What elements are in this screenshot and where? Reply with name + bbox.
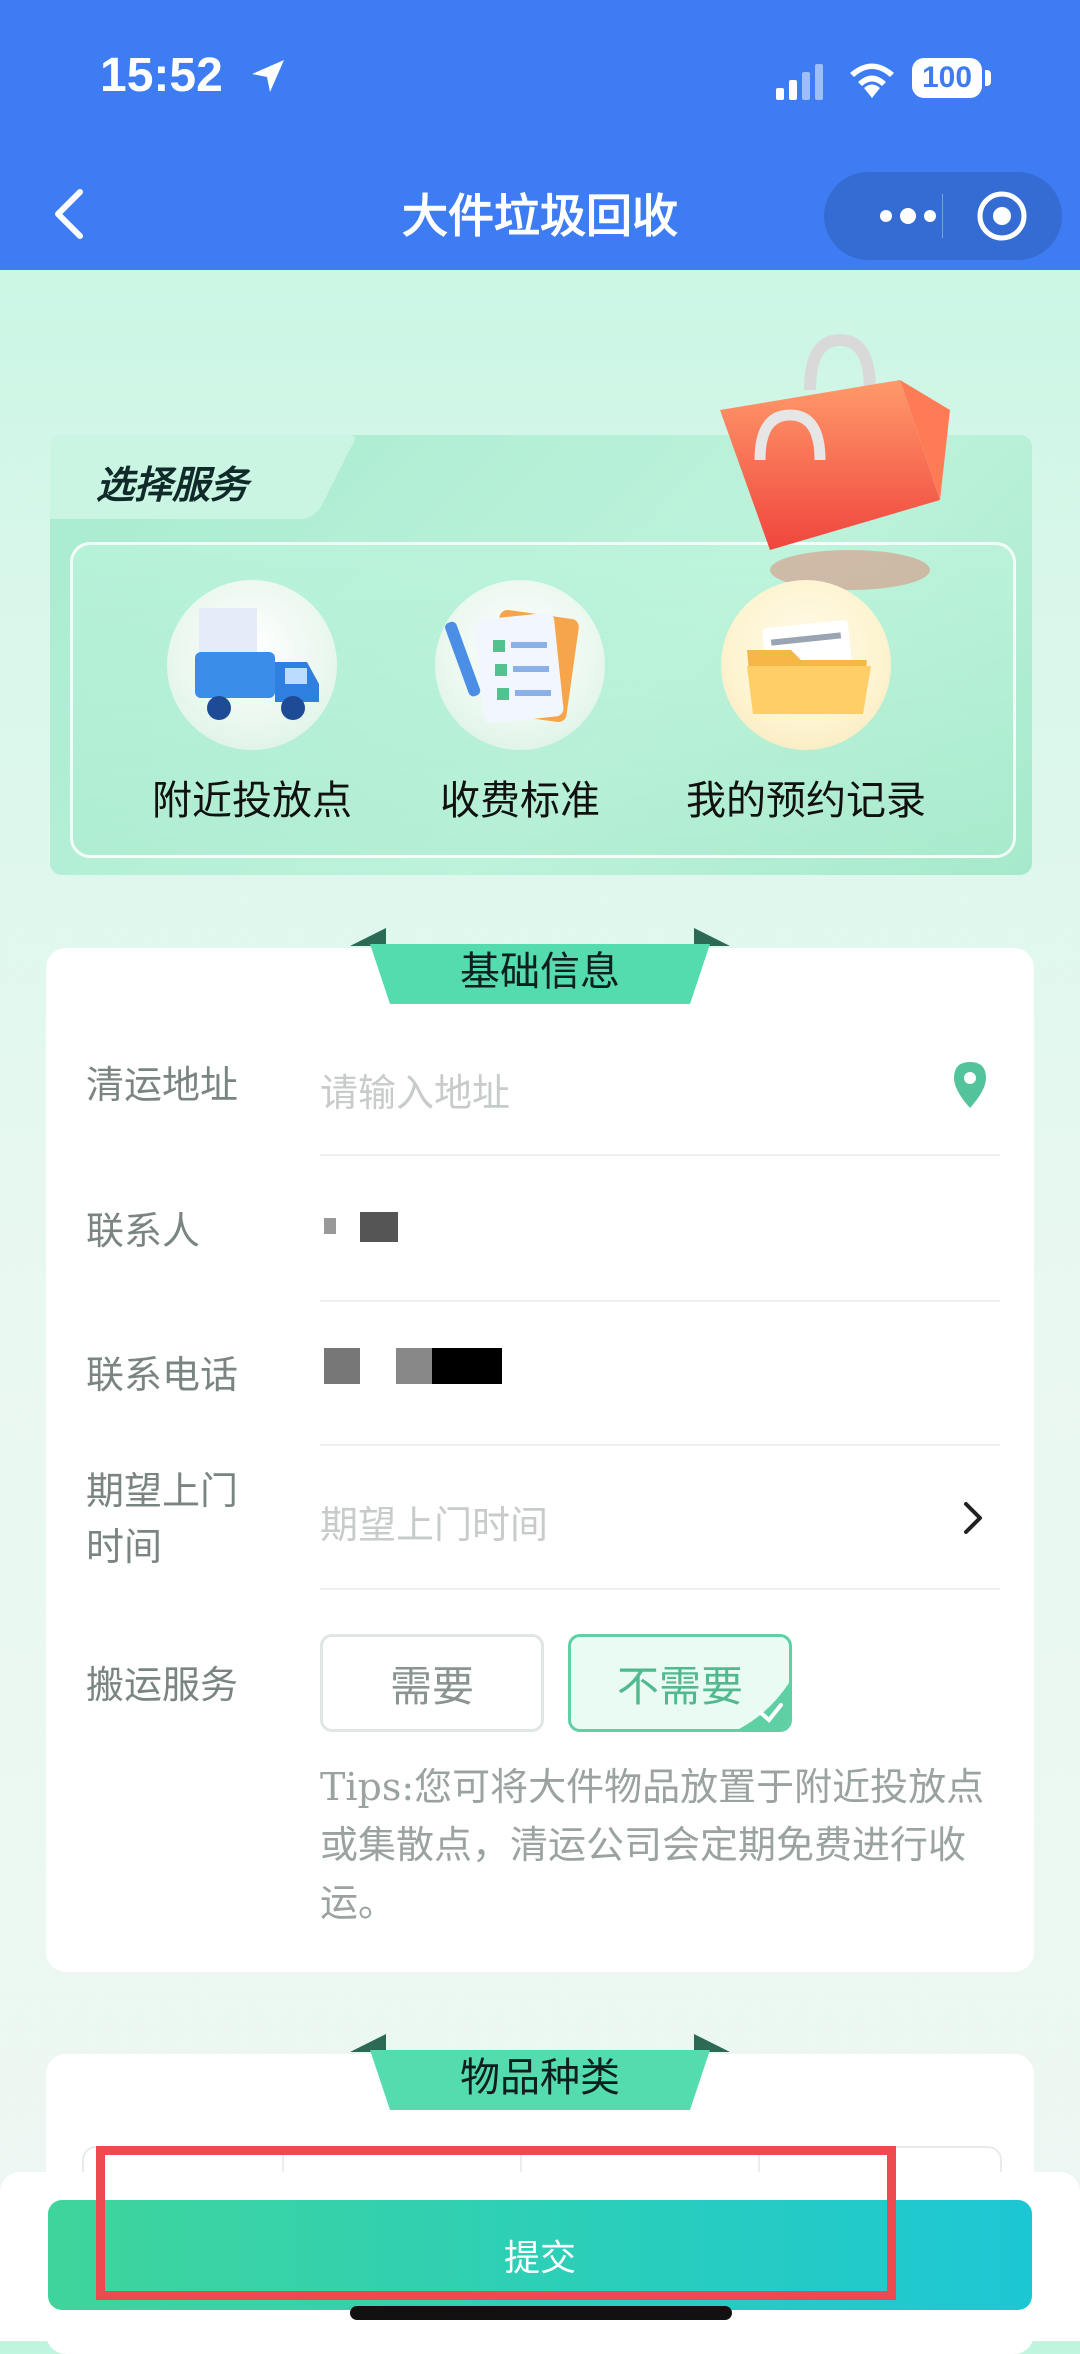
selected-check-icon [739, 1683, 789, 1729]
miniprogram-capsule [824, 172, 1062, 260]
tips-text: Tips:您可将大件物品放置于附近投放点或集散点，清运公司会定期免费进行收运。 [320, 1765, 985, 1925]
address-input[interactable]: 请输入地址 [320, 1062, 510, 1117]
divider [320, 1444, 1000, 1446]
more-icon[interactable] [850, 192, 970, 240]
divider [320, 1588, 1000, 1590]
category-ribbon: 物品种类 [350, 2034, 730, 2110]
location-arrow-icon [252, 60, 284, 92]
chevron-right-icon[interactable] [958, 1498, 988, 1538]
nav-row: 大件垃圾回收 [0, 160, 1080, 270]
checklist-icon [435, 580, 605, 750]
section-title: 物品种类 [460, 2055, 620, 2101]
service-my-bookings[interactable]: 我的预约记录 [676, 580, 936, 826]
folder-icon [721, 580, 891, 750]
visit-time-picker[interactable]: 期望上门时间 [320, 1494, 548, 1549]
battery-tip [985, 70, 991, 86]
status-bar: 15:52 100 [0, 0, 1080, 160]
divider [320, 1154, 1000, 1156]
service-fee-standard[interactable]: 收费标准 [390, 580, 650, 826]
page-title: 大件垃圾回收 [402, 189, 678, 243]
home-indicator [350, 2306, 732, 2320]
status-time: 15:52 [100, 49, 223, 102]
phone-input[interactable] [320, 1344, 980, 1414]
truck-icon [167, 580, 337, 750]
close-miniprogram-icon[interactable] [974, 188, 1030, 244]
contact-input[interactable] [320, 1200, 980, 1270]
wifi-icon [850, 63, 894, 98]
capsule-divider [942, 194, 943, 238]
service-title: 选择服务 [96, 463, 249, 507]
service-label: 我的预约记录 [686, 778, 926, 824]
signal-icon [776, 64, 823, 100]
service-nearby-points[interactable]: 附近投放点 [122, 580, 382, 826]
basic-info-ribbon: 基础信息 [350, 928, 730, 1004]
divider [320, 1300, 1000, 1302]
top-bar: 15:52 100 大件垃圾回收 [0, 0, 1080, 270]
option-label: 不需要 [616, 1661, 743, 1711]
visit-time-label-line1: 期望上门 [86, 1469, 239, 1513]
location-pin-icon[interactable] [950, 1060, 990, 1110]
visit-time-label-line2: 时间 [86, 1525, 163, 1569]
carry-option-no-need[interactable]: 不需要 [568, 1634, 792, 1732]
contact-label: 联系人 [86, 1209, 201, 1253]
battery-indicator: 100 [912, 58, 982, 98]
phone-label: 联系电话 [86, 1353, 239, 1397]
back-arrow-icon[interactable] [42, 182, 102, 246]
shopping-bag-illustration [720, 333, 950, 590]
carry-service-label: 搬运服务 [86, 1663, 239, 1707]
section-title: 基础信息 [460, 949, 620, 995]
carry-option-need[interactable]: 需要 [320, 1634, 544, 1732]
address-label: 清运地址 [86, 1063, 239, 1107]
service-label: 收费标准 [440, 778, 600, 824]
highlight-box [96, 2146, 896, 2300]
service-label: 附近投放点 [152, 778, 352, 824]
